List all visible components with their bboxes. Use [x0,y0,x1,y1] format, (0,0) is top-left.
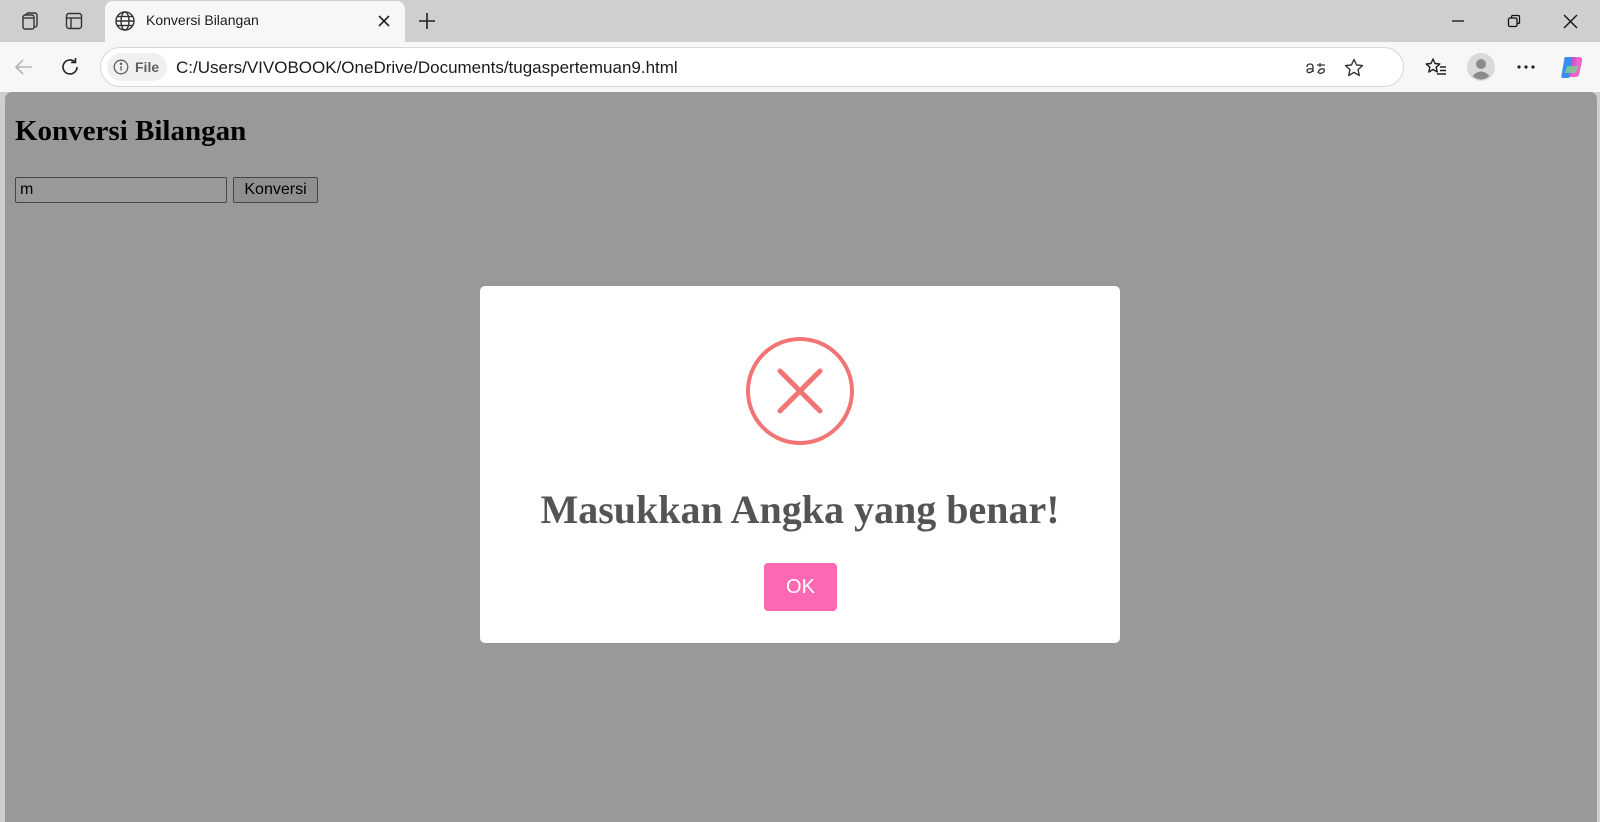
url-text[interactable]: C:/Users/VIVOBOOK/OneDrive/Documents/tug… [176,58,678,78]
workspaces-icon[interactable] [16,8,44,34]
browser-toolbar: File C:/Users/VIVOBOOK/OneDrive/Document… [0,42,1600,92]
tab-strip: Konversi Bilangan [0,0,1600,42]
read-aloud-translate-icon[interactable] [1302,54,1330,82]
page-viewport: Konversi Bilangan Konversi Masukkan Angk… [5,92,1597,822]
tab-title: Konversi Bilangan [146,12,259,28]
ok-button[interactable]: OK [764,563,837,611]
alert-dialog: Masukkan Angka yang benar! OK [480,286,1120,643]
profile-avatar[interactable] [1465,51,1497,83]
more-options-icon[interactable] [1510,51,1542,83]
copilot-icon[interactable] [1556,51,1588,83]
favorite-star-icon[interactable] [1340,54,1368,82]
tab-actions-icon[interactable] [60,8,88,34]
close-tab-icon[interactable] [373,10,395,32]
address-bar[interactable]: File C:/Users/VIVOBOOK/OneDrive/Document… [100,47,1404,87]
favorites-icon[interactable] [1420,51,1452,83]
minimize-icon[interactable] [1430,0,1486,42]
restore-icon[interactable] [1486,0,1542,42]
file-scheme-label: File [135,59,160,75]
active-tab[interactable]: Konversi Bilangan [105,1,405,42]
close-window-icon[interactable] [1542,0,1598,42]
error-x-circle-icon [746,337,854,445]
globe-icon [115,11,135,31]
dialog-message: Masukkan Angka yang benar! [540,487,1060,532]
site-info-button[interactable]: File [107,53,167,81]
info-icon [113,59,129,75]
refresh-icon[interactable] [54,51,86,83]
back-icon[interactable] [8,51,40,83]
new-tab-icon[interactable] [413,7,441,35]
